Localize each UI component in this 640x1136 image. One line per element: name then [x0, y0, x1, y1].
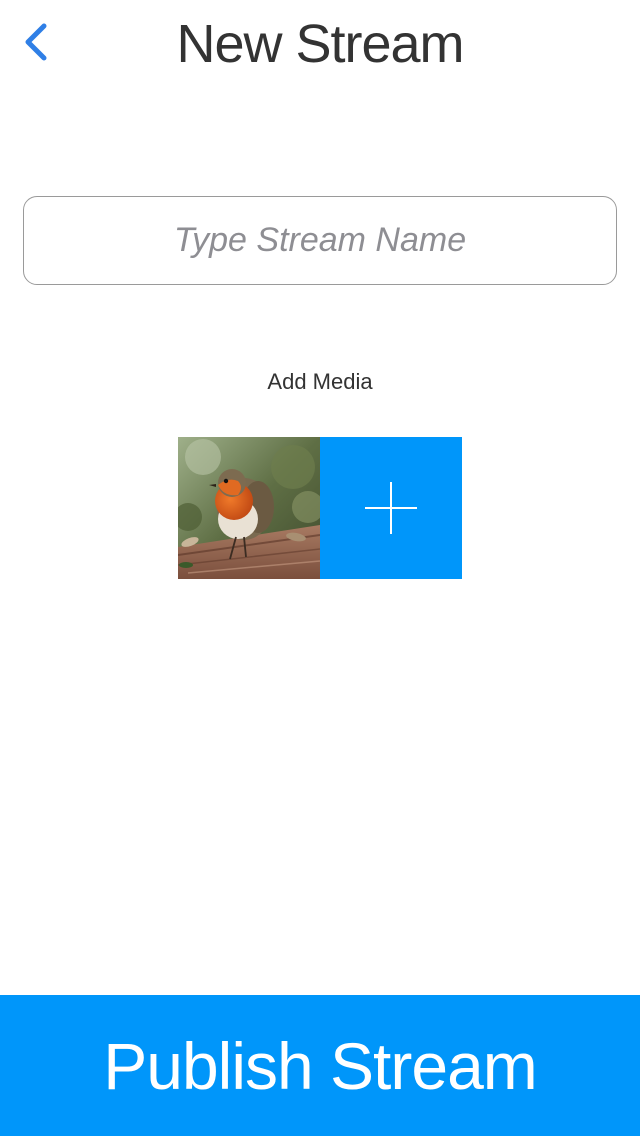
publish-stream-label: Publish Stream [103, 1028, 538, 1103]
add-media-button[interactable] [320, 437, 462, 579]
navigation-bar: New Stream [0, 0, 640, 88]
stream-name-field[interactable] [23, 196, 617, 285]
publish-stream-button[interactable]: Publish Stream [0, 995, 640, 1136]
stream-name-input[interactable] [24, 197, 616, 284]
media-thumbnail[interactable] [178, 437, 320, 579]
media-row [178, 437, 462, 579]
new-stream-screen: New Stream Add Media [0, 0, 640, 1136]
robin-photo [178, 437, 320, 579]
plus-icon [365, 482, 417, 534]
add-media-label: Add Media [267, 369, 373, 394]
page-title: New Stream [176, 14, 464, 74]
